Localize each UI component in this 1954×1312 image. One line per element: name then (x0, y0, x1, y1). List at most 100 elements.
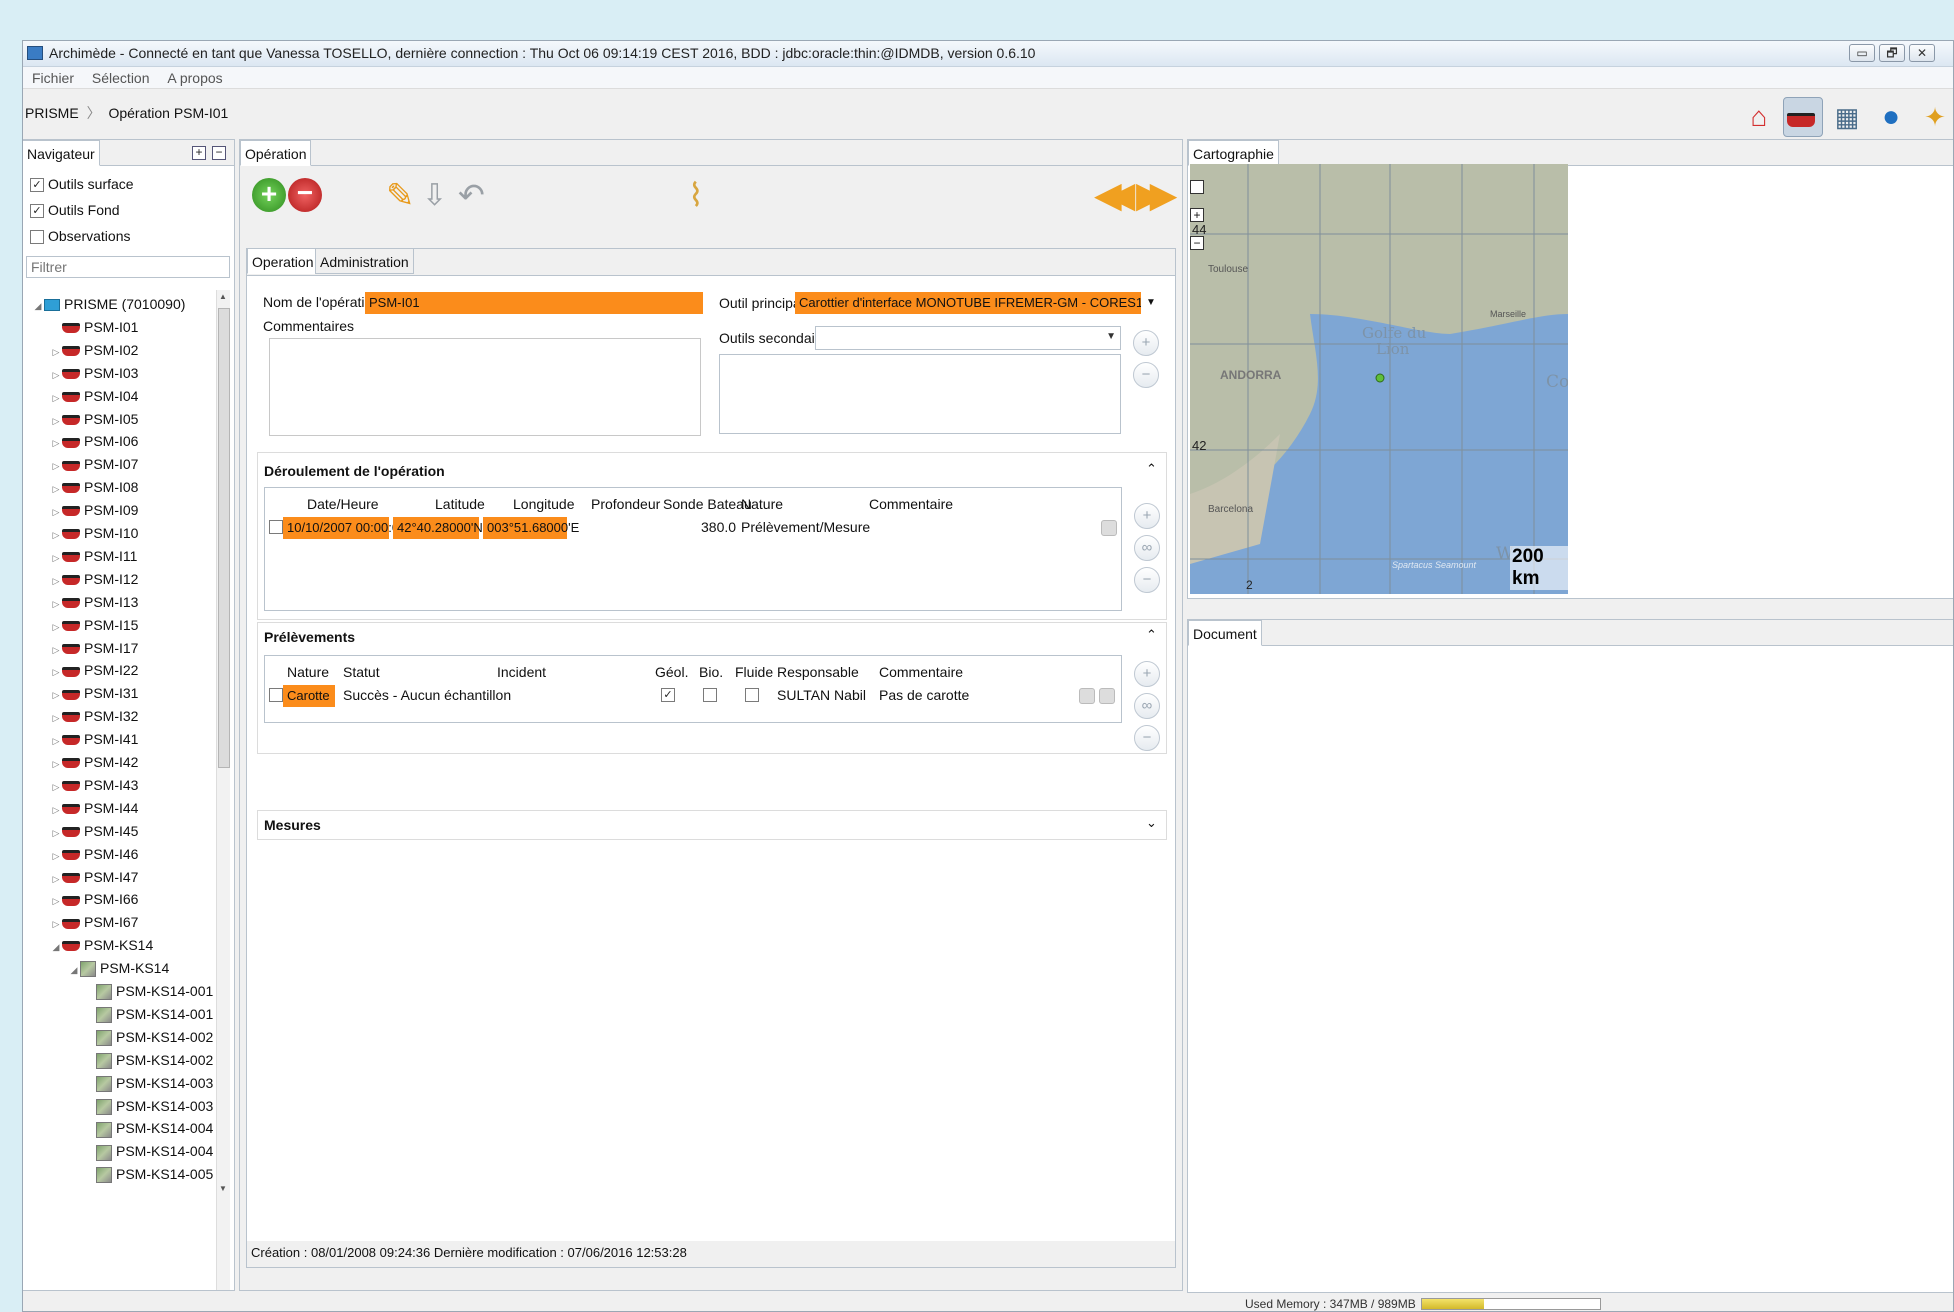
previous-icon[interactable]: ◀◀ (1094, 174, 1136, 216)
name-field[interactable]: PSM-I01 (365, 292, 703, 314)
checkbox-icon[interactable]: ✓ (30, 178, 44, 193)
tree-item[interactable]: ▷ PSM-I06 (50, 431, 139, 451)
collapsed-arrow-icon[interactable]: ▷ (50, 571, 62, 591)
tree-sample[interactable]: PSM-KS14-002 (96, 1050, 213, 1070)
tree-item[interactable]: ▷ PSM-I41 (50, 729, 139, 751)
tree-sample[interactable]: PSM-KS14-003 (96, 1073, 213, 1093)
collapsed-arrow-icon[interactable]: ▷ (50, 525, 62, 545)
scroll-down-icon[interactable]: ▼ (219, 1184, 227, 1193)
tree-item[interactable]: ▷ PSM-I05 (50, 409, 139, 429)
tree-item[interactable]: ▷ PSM-I47 (50, 867, 139, 889)
restore-button[interactable]: 🗗 (1879, 44, 1905, 62)
collapsed-arrow-icon[interactable]: ▷ (50, 594, 62, 614)
check-outils-surface[interactable]: ✓ Outils surface (30, 176, 134, 200)
breadcrumb-operation[interactable]: Opération PSM-I01 (108, 105, 228, 121)
secondary-tools-list[interactable] (719, 354, 1121, 434)
collapsed-arrow-icon[interactable]: ▷ (50, 891, 62, 911)
edit-pencil-icon[interactable]: ✎ (386, 176, 415, 216)
collapsed-arrow-icon[interactable]: ▷ (50, 869, 62, 889)
globe-icon[interactable]: ● (1871, 97, 1911, 137)
check-outils-fond[interactable]: ✓ Outils Fond (30, 202, 120, 226)
remove-sample-button[interactable]: − (1134, 725, 1160, 751)
tree-sample[interactable]: PSM-KS14-005 (96, 1187, 213, 1190)
expanded-arrow-icon[interactable]: ◢ (32, 296, 44, 316)
add-step-button[interactable]: + (1134, 503, 1160, 529)
tab-cartographie[interactable]: Cartographie (1188, 140, 1279, 166)
checkbox-icon[interactable] (30, 230, 44, 245)
row-edit-icon[interactable] (1101, 520, 1117, 536)
collapsed-arrow-icon[interactable]: ▷ (50, 479, 62, 499)
close-button[interactable]: ✕ (1909, 44, 1935, 62)
tree-sample[interactable]: PSM-KS14-004 (96, 1118, 213, 1138)
collapsed-arrow-icon[interactable]: ▷ (50, 800, 62, 820)
tree-item[interactable]: ▷ PSM-I13 (50, 592, 139, 614)
save-icon[interactable]: ⇩ (422, 178, 447, 213)
tree-item[interactable]: ▷ PSM-I46 (50, 844, 139, 866)
collapsed-arrow-icon[interactable]: ▷ (50, 685, 62, 705)
collapsed-arrow-icon[interactable]: ▷ (50, 846, 62, 866)
tree-item[interactable]: ▷ PSM-I66 (50, 889, 139, 911)
row-checkbox[interactable] (269, 520, 283, 534)
check-observations[interactable]: Observations (30, 228, 130, 252)
table-row[interactable]: Carotte Succès - Aucun échantillon ✓ SUL… (265, 684, 1121, 708)
minimize-button[interactable]: ▭ (1849, 44, 1875, 62)
collapsed-arrow-icon[interactable]: ▷ (50, 708, 62, 728)
row-latitude[interactable]: 42°40.28000'N (393, 517, 483, 539)
collapse-all-icon[interactable]: − (212, 146, 226, 160)
tree-item[interactable]: ▷ PSM-I09 (50, 500, 139, 522)
next-icon[interactable]: ▶▶ (1136, 174, 1178, 216)
tree-sample[interactable]: PSM-KS14-003 (96, 1096, 213, 1116)
collapsed-arrow-icon[interactable]: ▷ (50, 617, 62, 637)
menu-a-propos[interactable]: A propos (162, 67, 227, 89)
tree-item[interactable]: ▷ PSM-I03 (50, 363, 139, 383)
mesures-section[interactable]: Mesures ⌄ (257, 810, 1167, 840)
undo-icon[interactable]: ↶ (458, 176, 485, 214)
tree-item[interactable]: ▷ PSM-I11 (50, 546, 138, 566)
expand-all-icon[interactable]: + (192, 146, 206, 160)
collapsed-arrow-icon[interactable]: ▷ (50, 640, 62, 660)
tree-item[interactable]: ▷ PSM-I32 (50, 706, 139, 728)
collapsed-arrow-icon[interactable]: ▷ (50, 502, 62, 522)
delete-icon[interactable]: − (288, 178, 322, 212)
collapse-icon[interactable]: ⌃ (1146, 627, 1157, 643)
add-icon[interactable]: + (252, 178, 286, 212)
row-commentaire[interactable]: Pas de carotte (879, 687, 969, 703)
row-date[interactable]: 10/10/2007 00:00:00 (283, 517, 406, 539)
collapsed-arrow-icon[interactable]: ▷ (50, 388, 62, 408)
duplicate-step-button[interactable]: ∞ (1134, 535, 1160, 561)
tree-item[interactable]: ◢ PSM-KS14 (50, 935, 154, 955)
collapse-icon[interactable]: ⌃ (1146, 461, 1157, 477)
tree-item[interactable]: ▷ PSM-I22 (50, 660, 139, 682)
collapsed-arrow-icon[interactable]: ▷ (50, 731, 62, 751)
collapsed-arrow-icon[interactable]: ▷ (50, 662, 62, 682)
row-link-icon[interactable] (1079, 688, 1095, 704)
comments-textarea[interactable] (269, 338, 701, 436)
scroll-up-icon[interactable]: ▲ (219, 292, 227, 301)
tree-item[interactable]: ▷ PSM-I45 (50, 821, 139, 841)
tree-root[interactable]: ◢ PRISME (7010090) (32, 294, 186, 316)
tree-item[interactable]: ▷ PSM-I31 (50, 683, 139, 705)
add-sample-button[interactable]: + (1134, 661, 1160, 687)
row-nature[interactable]: Prélèvement/Mesure (741, 519, 870, 535)
collapsed-arrow-icon[interactable]: ▷ (50, 456, 62, 476)
collapsed-arrow-icon[interactable]: ▷ (50, 754, 62, 774)
remove-step-button[interactable]: − (1134, 567, 1160, 593)
menu-selection[interactable]: Sélection (87, 67, 155, 89)
bio-checkbox[interactable] (703, 688, 717, 702)
chart-icon[interactable]: ▦ (1827, 97, 1867, 137)
tree-item[interactable]: ▷ PSM-I08 (50, 477, 139, 499)
collapsed-arrow-icon[interactable]: ▷ (50, 914, 62, 934)
collapsed-arrow-icon[interactable]: ▷ (50, 777, 62, 797)
tree-subnode[interactable]: ◢ PSM-KS14 (68, 958, 169, 978)
tree-item[interactable]: ▷ PSM-I15 (50, 615, 139, 637)
remove-secondary-tool-button[interactable]: − (1133, 362, 1159, 388)
main-tool-select[interactable]: Carottier d'interface MONOTUBE IFREMER-G… (795, 292, 1158, 314)
row-edit-icon[interactable] (1099, 688, 1115, 704)
tree-item[interactable]: ▷ PSM-I43 (50, 775, 139, 797)
row-checkbox[interactable] (269, 688, 283, 702)
add-secondary-tool-button[interactable]: + (1133, 330, 1159, 356)
tree-sample[interactable]: PSM-KS14-005 (96, 1164, 213, 1184)
zoom-out-icon[interactable]: − (1190, 236, 1204, 250)
menu-fichier[interactable]: Fichier (27, 67, 79, 89)
main-tool-dropdown-icon[interactable]: ▼ (1141, 292, 1161, 314)
